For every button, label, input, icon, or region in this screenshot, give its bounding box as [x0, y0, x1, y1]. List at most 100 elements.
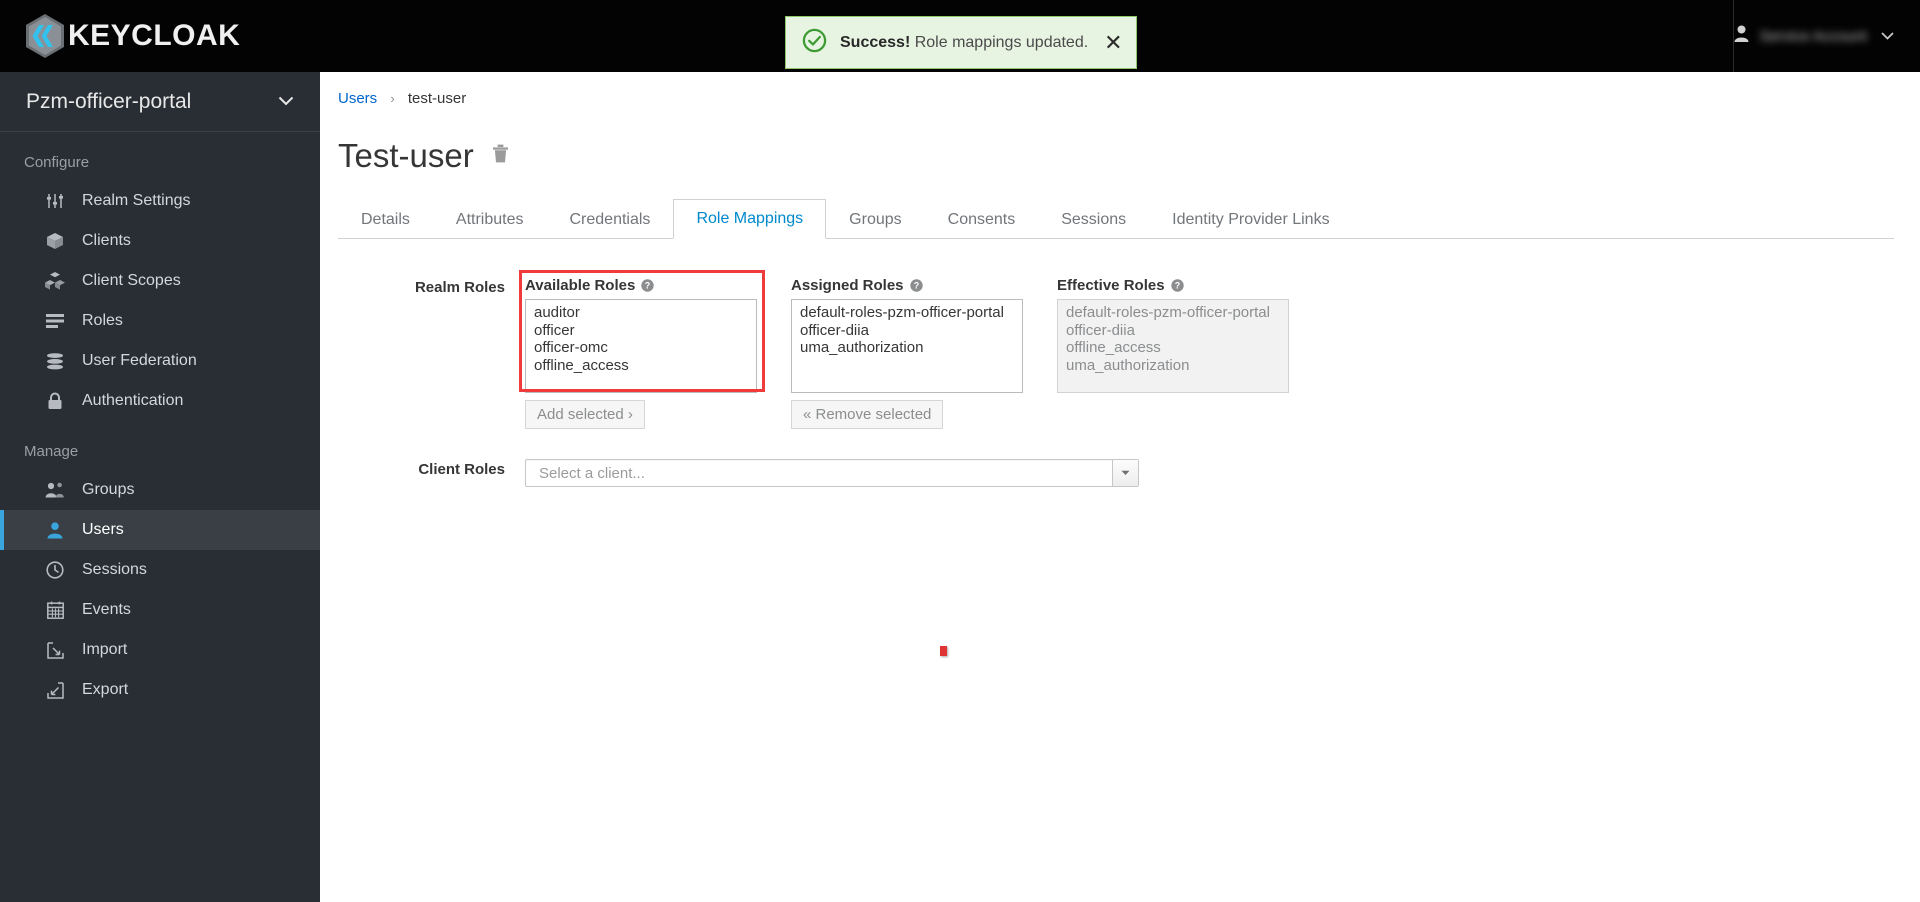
svg-text:?: ? [1174, 281, 1180, 291]
available-roles-heading: Available Roles ? [525, 277, 757, 294]
sidebar-item-roles[interactable]: Roles [0, 301, 320, 341]
lock-icon [44, 391, 66, 411]
sidebar-item-realm-settings[interactable]: Realm Settings [0, 181, 320, 221]
assigned-roles-column: Assigned Roles ? default-roles-pzm-offic… [791, 277, 1023, 429]
sidebar-item-label: Import [82, 641, 128, 658]
breadcrumb-current: test-user [407, 90, 467, 107]
alert-detail: Role mappings updated. [914, 33, 1089, 51]
question-circle-icon[interactable]: ? [641, 279, 655, 292]
user-avatar-icon [1734, 25, 1749, 47]
sidebar-item-label: Authentication [82, 392, 184, 409]
alert-strong: Success! [840, 33, 911, 51]
effective-roles-heading: Effective Roles ? [1057, 277, 1289, 294]
cursor-marker [940, 646, 947, 656]
list-item[interactable]: default-roles-pzm-officer-portal [792, 304, 1022, 322]
remove-selected-button[interactable]: « Remove selected [791, 400, 944, 429]
sidebar-item-label: Roles [82, 312, 123, 329]
nav-group-title-configure: Configure [24, 154, 90, 171]
database-icon [44, 351, 66, 371]
tab-credentials[interactable]: Credentials [547, 200, 674, 239]
sidebar-item-import[interactable]: Import [0, 630, 320, 670]
sidebar-item-label: Groups [82, 481, 135, 498]
sidebar-item-label: Realm Settings [82, 192, 191, 209]
list-item: uma_authorization [1066, 356, 1190, 374]
sidebar-item-authentication[interactable]: Authentication [0, 381, 320, 421]
sidebar-item-users[interactable]: Users [0, 510, 320, 550]
caret-down-icon[interactable] [1112, 460, 1138, 486]
sidebar-item-label: Clients [82, 232, 131, 249]
main-content: Users › test-user Test-user Details Attr… [320, 72, 1920, 902]
sidebar-item-events[interactable]: Events [0, 590, 320, 630]
page-title-row: Test-user [320, 107, 1920, 175]
tab-groups[interactable]: Groups [826, 200, 924, 239]
sidebar-item-label: Export [82, 681, 129, 698]
client-select-value: Select a client... [539, 464, 645, 482]
users-group-icon [44, 480, 66, 500]
client-roles-row: Client Roles Select a client... [320, 459, 1920, 487]
list-item[interactable]: officer-diia [792, 322, 1022, 340]
add-selected-button[interactable]: Add selected › [525, 400, 645, 429]
list-item[interactable]: officer-omc [526, 339, 756, 357]
assigned-roles-heading-text: Assigned Roles [791, 277, 904, 294]
trash-icon[interactable] [492, 144, 509, 168]
sidebar-item-user-federation[interactable]: User Federation [0, 341, 320, 381]
sidebar-item-label: Sessions [82, 561, 147, 578]
tab-sessions[interactable]: Sessions [1038, 200, 1149, 239]
sidebar-item-sessions[interactable]: Sessions [0, 550, 320, 590]
success-alert: Success! Role mappings updated. ✕ [785, 16, 1137, 69]
sidebar-item-label: Users [82, 521, 124, 538]
list-item: default-roles-pzm-officer-portal [1066, 304, 1270, 321]
list-item[interactable]: auditor [526, 304, 756, 322]
keycloak-logo-icon [24, 13, 66, 59]
sidebar-item-groups[interactable]: Groups [0, 470, 320, 510]
sidebar-item-clients[interactable]: Clients [0, 221, 320, 261]
calendar-icon [44, 600, 66, 620]
list-rows-icon [44, 311, 66, 331]
chevron-down-icon [278, 93, 294, 111]
brand[interactable]: KEYCLOAK [24, 13, 240, 59]
clock-icon [44, 560, 66, 580]
question-circle-icon[interactable]: ? [1170, 279, 1184, 292]
close-icon[interactable]: ✕ [1088, 31, 1122, 54]
list-item[interactable]: uma_authorization [792, 339, 1022, 357]
nav-group-title-manage: Manage [24, 443, 79, 460]
sidebar-item-client-scopes[interactable]: Client Scopes [0, 261, 320, 301]
brand-text: KEYCLOAK [68, 19, 241, 52]
check-circle-icon [802, 28, 827, 58]
sidebar-item-label: User Federation [82, 352, 197, 369]
tab-role-mappings[interactable]: Role Mappings [673, 199, 827, 239]
cube-icon [44, 231, 66, 251]
tab-details[interactable]: Details [338, 200, 433, 239]
client-roles-label: Client Roles [418, 461, 505, 478]
realm-name-label: Pzm-officer-portal [26, 89, 192, 113]
effective-roles-column: Effective Roles ? default-roles-pzm-offi… [1057, 277, 1289, 393]
page-title: Test-user [338, 137, 474, 174]
available-roles-column: Available Roles ? auditor officer office… [519, 270, 765, 429]
list-item: officer-diia [1066, 321, 1135, 339]
alert-message: Success! Role mappings updated. [840, 34, 1088, 52]
sidebar-item-export[interactable]: Export [0, 670, 320, 710]
list-item[interactable]: offline_access [526, 357, 756, 375]
question-circle-icon[interactable]: ? [909, 279, 923, 292]
user-menu[interactable]: Service Account [1733, 0, 1920, 72]
role-mappings-form: Realm Roles Available Roles ? auditor of… [320, 239, 1920, 656]
realm-selector[interactable]: Pzm-officer-portal [0, 72, 320, 132]
sidebar-item-label: Client Scopes [82, 272, 181, 289]
realm-roles-row: Realm Roles Available Roles ? auditor of… [320, 270, 1920, 429]
export-arrow-icon [44, 680, 66, 700]
assigned-roles-listbox[interactable]: default-roles-pzm-officer-portal officer… [791, 299, 1023, 393]
user-icon [44, 520, 66, 540]
client-select[interactable]: Select a client... [525, 459, 1139, 487]
available-roles-heading-text: Available Roles [525, 277, 636, 294]
available-roles-listbox[interactable]: auditor officer officer-omc offline_acce… [525, 299, 757, 393]
tab-bar: Details Attributes Credentials Role Mapp… [338, 197, 1894, 239]
list-item[interactable]: officer [526, 322, 756, 340]
sidebar: Pzm-officer-portal Configure Realm Setti… [0, 72, 320, 902]
tab-identity-provider-links[interactable]: Identity Provider Links [1149, 200, 1352, 239]
breadcrumb-separator: › [390, 91, 395, 106]
cubes-icon [44, 271, 66, 291]
svg-text:?: ? [645, 281, 651, 291]
tab-consents[interactable]: Consents [925, 200, 1039, 239]
breadcrumb-users-link[interactable]: Users [338, 90, 377, 107]
tab-attributes[interactable]: Attributes [433, 200, 547, 239]
